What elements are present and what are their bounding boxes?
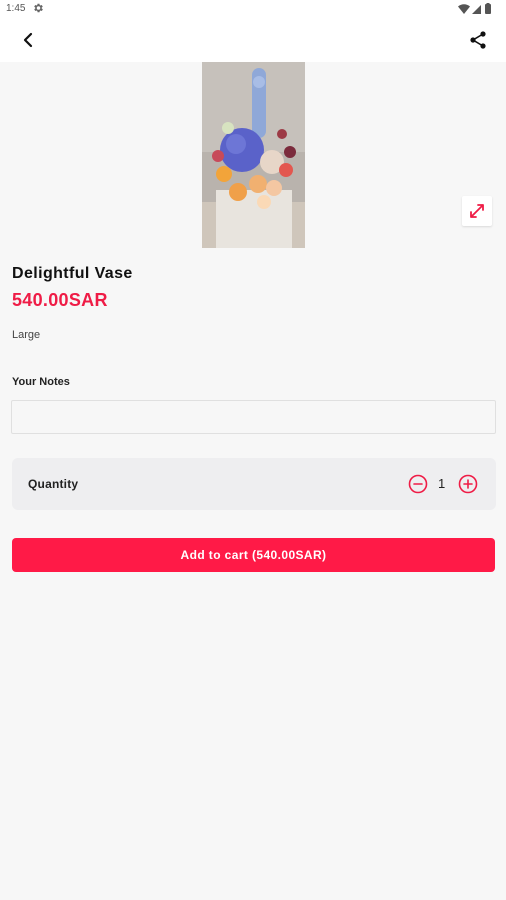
settings-icon: [34, 3, 43, 13]
product-image[interactable]: [202, 62, 305, 248]
share-icon[interactable]: [466, 28, 490, 52]
minus-circle-icon[interactable]: [408, 474, 428, 494]
plus-circle-icon[interactable]: [458, 474, 478, 494]
signal-icon: [472, 5, 481, 14]
product-size: Large: [12, 329, 41, 341]
quantity-label: Quantity: [28, 477, 79, 491]
app-bar: [0, 18, 506, 62]
back-arrow-icon[interactable]: [16, 28, 40, 52]
add-to-cart-button[interactable]: Add to cart (540.00SAR): [12, 538, 495, 572]
product-price: 540.00SAR: [12, 290, 108, 310]
expand-icon: [470, 204, 484, 218]
status-bar: 1:45: [0, 0, 506, 18]
notes-label: Your Notes: [12, 376, 70, 388]
product-name: Delightful Vase: [12, 265, 133, 282]
wifi-icon: [458, 4, 470, 14]
notes-input[interactable]: [11, 400, 496, 434]
status-time: 1:45: [6, 3, 26, 14]
quantity-card: Quantity 1: [12, 458, 496, 510]
quantity-value: 1: [438, 476, 446, 491]
battery-icon: [485, 3, 491, 14]
system-status-icons: [458, 3, 491, 14]
expand-image-button[interactable]: [462, 196, 492, 226]
